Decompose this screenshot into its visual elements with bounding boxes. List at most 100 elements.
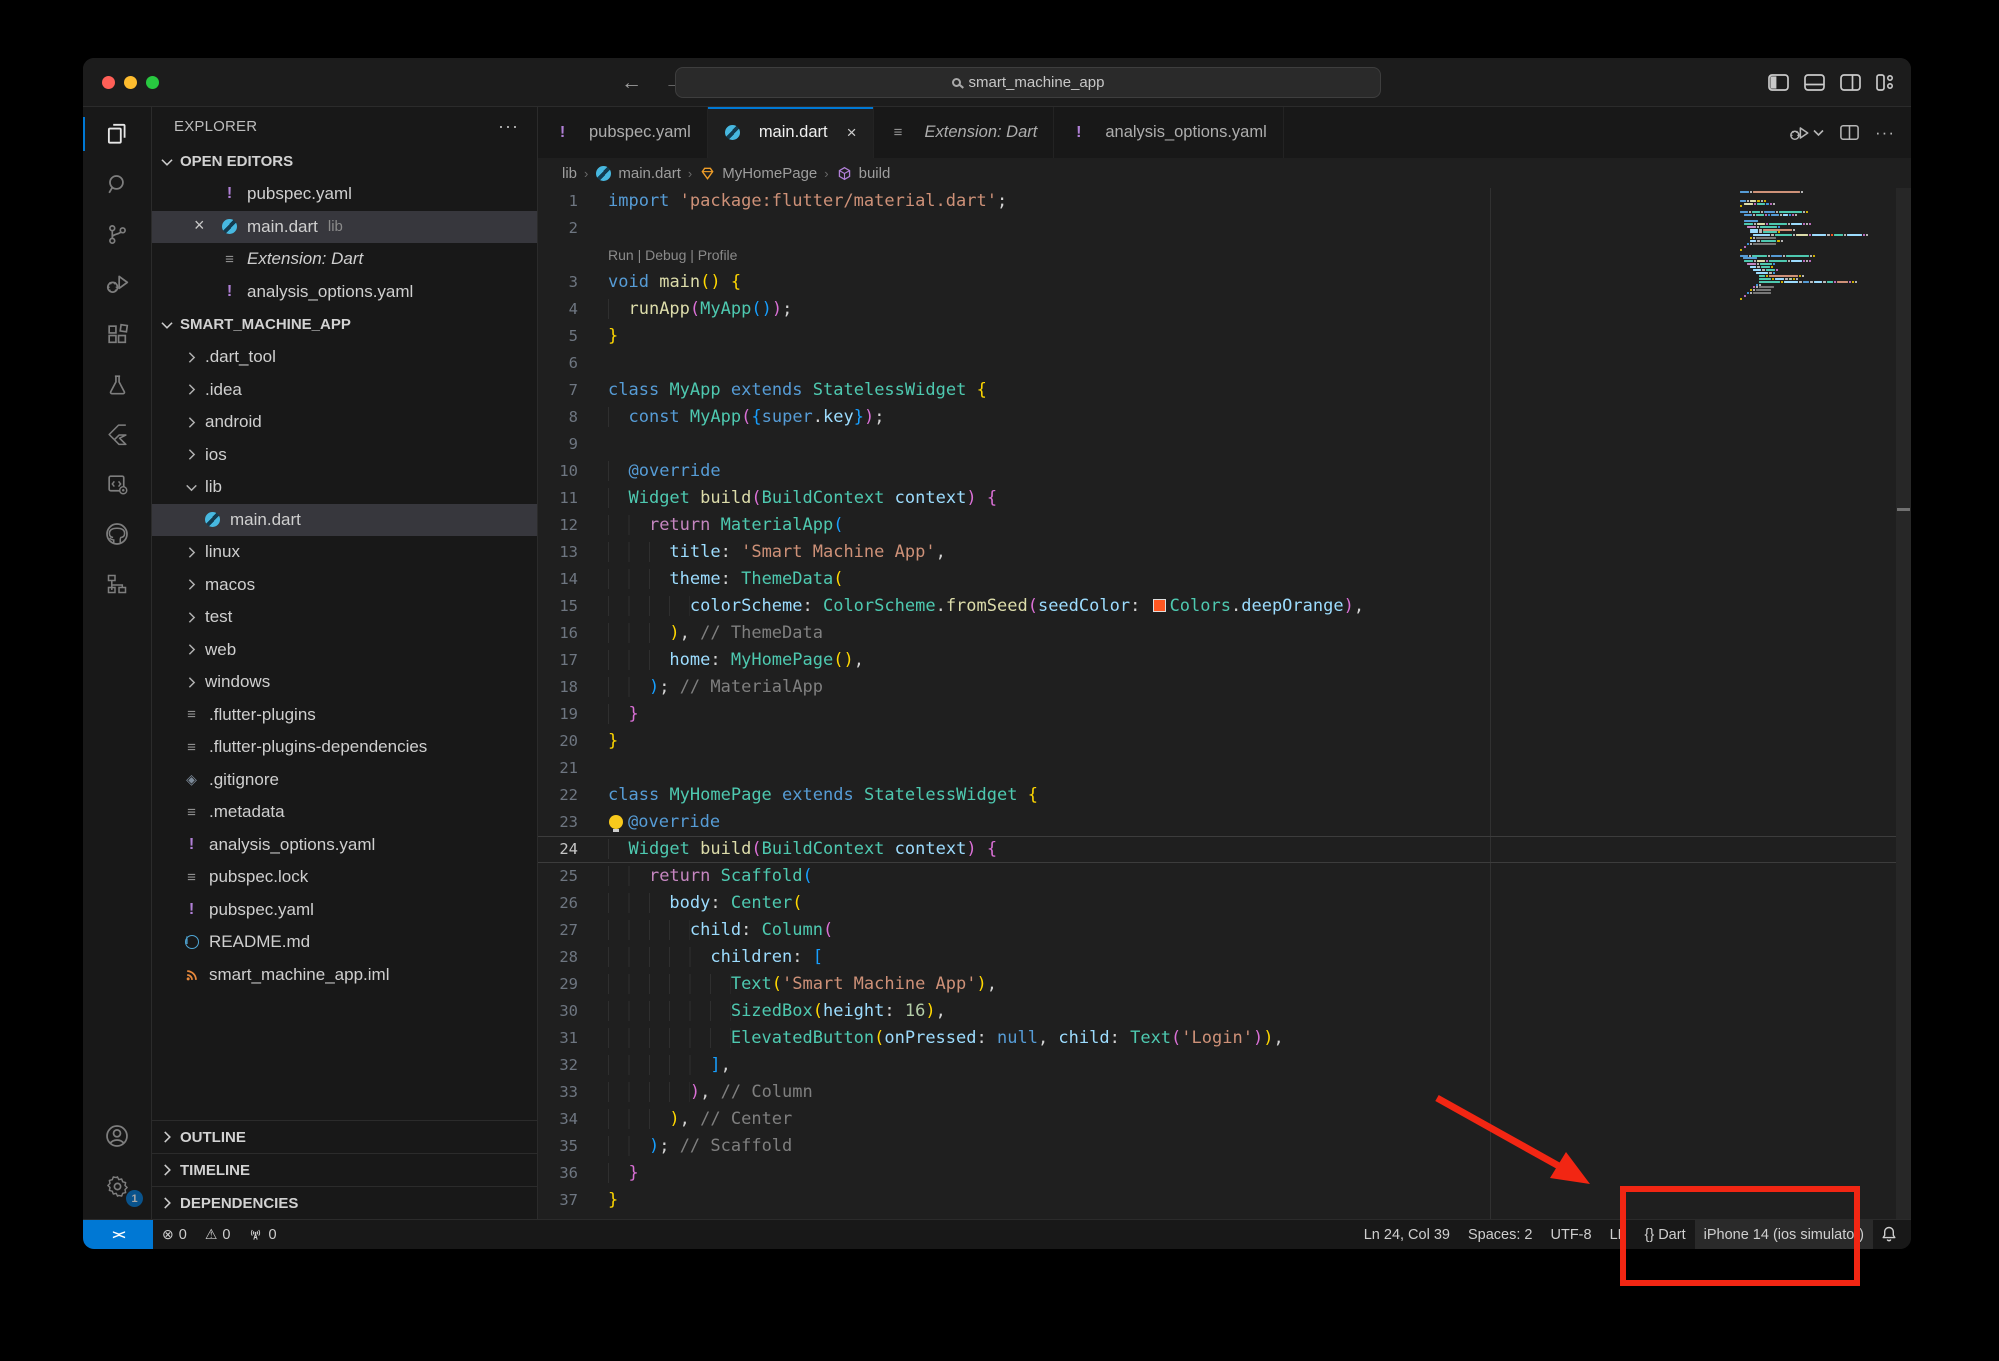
status-item[interactable]: UTF-8 xyxy=(1541,1220,1600,1249)
section-dependencies[interactable]: DEPENDENCIES xyxy=(152,1186,537,1219)
activity-bar-flutter[interactable] xyxy=(83,409,151,459)
tree-item-pubspec-lock[interactable]: ≡pubspec.lock xyxy=(152,861,537,894)
codelens-run-debug-profile[interactable]: Run | Debug | Profile xyxy=(608,247,737,263)
line-content: ), // Center xyxy=(608,1106,1911,1133)
tree-item--dart-tool[interactable]: .dart_tool xyxy=(152,341,537,374)
tree-item-smart-machine-app-iml[interactable]: smart_machine_app.iml xyxy=(152,959,537,992)
tab-Extension-Dart[interactable]: ≡Extension: Dart xyxy=(874,107,1055,158)
breadcrumb-item-build[interactable]: build xyxy=(836,165,891,182)
status-warning-count[interactable]: ⚠0 xyxy=(196,1220,240,1249)
status-error-count[interactable]: ⊗0 xyxy=(153,1220,196,1249)
tree-item--flutter-plugins-dependencies[interactable]: ≡.flutter-plugins-dependencies xyxy=(152,731,537,764)
sidebar-bottom-sections: OUTLINETIMELINEDEPENDENCIES xyxy=(152,1120,537,1219)
activity-bar-settings[interactable]: 1 xyxy=(83,1161,151,1211)
activity-bar-testing[interactable] xyxy=(83,359,151,409)
lightbulb-icon[interactable] xyxy=(609,815,623,829)
toggle-sidebar-icon[interactable] xyxy=(1768,74,1789,91)
run-or-debug-button[interactable] xyxy=(1788,122,1824,144)
customize-layout-icon[interactable] xyxy=(1876,74,1895,91)
tab-pubspec-yaml[interactable]: !pubspec.yaml xyxy=(538,107,708,158)
tree-item-lib[interactable]: lib xyxy=(152,471,537,504)
open-editors-header[interactable]: OPEN EDITORS xyxy=(152,145,537,178)
open-editor-item[interactable]: !analysis_options.yaml xyxy=(152,276,537,309)
notifications-bell-icon[interactable] xyxy=(1873,1220,1911,1249)
code-editor[interactable]: 1import 'package:flutter/material.dart';… xyxy=(538,188,1911,1219)
split-editor-icon[interactable] xyxy=(1840,124,1859,141)
command-center-search[interactable]: smart_machine_app xyxy=(675,67,1381,98)
close-window-button[interactable] xyxy=(102,76,115,89)
scrollbar[interactable] xyxy=(1896,188,1911,1219)
tree-item-label: .gitignore xyxy=(209,770,279,790)
code-line: 36 } xyxy=(538,1160,1911,1187)
close-editor-icon[interactable]: × xyxy=(194,215,205,236)
breadcrumb-item-MyHomePage[interactable]: MyHomePage xyxy=(699,165,817,182)
code-line: 20} xyxy=(538,728,1911,755)
tree-item-main-dart[interactable]: main.dart xyxy=(152,504,537,537)
tree-item-label: linux xyxy=(205,542,240,562)
line-content: colorScheme: ColorScheme.fromSeed(seedCo… xyxy=(608,593,1911,620)
tree-item--gitignore[interactable]: ◈.gitignore xyxy=(152,764,537,797)
tree-item-pubspec-yaml[interactable]: !pubspec.yaml xyxy=(152,894,537,927)
open-editor-item[interactable]: ×main.dartlib xyxy=(152,211,537,244)
line-number: 12 xyxy=(538,512,608,539)
code-line: 34 ), // Center xyxy=(538,1106,1911,1133)
line-number: 17 xyxy=(538,647,608,674)
breadcrumb-item-lib[interactable]: lib xyxy=(562,165,577,182)
activity-bar-search[interactable] xyxy=(83,159,151,209)
tree-item--idea[interactable]: .idea xyxy=(152,374,537,407)
status-item[interactable]: Ln 24, Col 39 xyxy=(1355,1220,1459,1249)
project-root-header[interactable]: SMART_MACHINE_APP xyxy=(152,308,537,341)
activity-bar-source-control[interactable] xyxy=(83,209,151,259)
minimize-window-button[interactable] xyxy=(124,76,137,89)
line-content: import 'package:flutter/material.dart'; xyxy=(608,188,1911,215)
line-content: home: MyHomePage(), xyxy=(608,647,1911,674)
line-content xyxy=(608,215,1911,242)
tree-item-README-md[interactable]: iREADME.md xyxy=(152,926,537,959)
tree-item-ios[interactable]: ios xyxy=(152,439,537,472)
tab-main-dart[interactable]: main.dart× xyxy=(708,107,874,158)
text-file-icon: ≡ xyxy=(183,706,200,723)
tree-item--metadata[interactable]: ≡.metadata xyxy=(152,796,537,829)
code-line: 29 Text('Smart Machine App'), xyxy=(538,971,1911,998)
back-arrow-icon[interactable]: ← xyxy=(621,71,642,95)
tree-item-label: .idea xyxy=(205,380,242,400)
tree-item-linux[interactable]: linux xyxy=(152,536,537,569)
tab-analysis-options-yaml[interactable]: !analysis_options.yaml xyxy=(1054,107,1283,158)
status-item[interactable]: Spaces: 2 xyxy=(1459,1220,1542,1249)
activity-bar-code-runner[interactable] xyxy=(83,459,151,509)
maximize-window-button[interactable] xyxy=(146,76,159,89)
activity-bar-explorer[interactable] xyxy=(83,109,151,159)
section-outline[interactable]: OUTLINE xyxy=(152,1120,537,1153)
tab-label: pubspec.yaml xyxy=(589,123,691,142)
activity-bar-run-debug[interactable] xyxy=(83,259,151,309)
tree-item-macos[interactable]: macos xyxy=(152,569,537,602)
breadcrumb-item-main.dart[interactable]: main.dart xyxy=(595,165,681,182)
tree-item--flutter-plugins[interactable]: ≡.flutter-plugins xyxy=(152,699,537,732)
minimap[interactable] xyxy=(1734,191,1896,304)
tree-item-analysis-options-yaml[interactable]: !analysis_options.yaml xyxy=(152,829,537,862)
line-content: return MaterialApp( xyxy=(608,512,1911,539)
open-editors-section: OPEN EDITORS!pubspec.yaml×main.dartlib≡E… xyxy=(152,145,537,308)
tree-item-web[interactable]: web xyxy=(152,634,537,667)
tree-item-android[interactable]: android xyxy=(152,406,537,439)
activity-bar-hierarchy[interactable] xyxy=(83,559,151,609)
explorer-more-actions-icon[interactable]: ··· xyxy=(498,116,519,137)
activity-bar-account[interactable] xyxy=(83,1111,151,1161)
close-tab-icon[interactable]: × xyxy=(847,123,857,143)
tree-item-test[interactable]: test xyxy=(152,601,537,634)
status-count: 0 xyxy=(179,1227,187,1243)
remote-indicator[interactable]: >< xyxy=(83,1220,153,1249)
code-line: 2 xyxy=(538,215,1911,242)
editor-more-actions-icon[interactable]: ··· xyxy=(1875,123,1895,143)
activity-bar-extensions[interactable] xyxy=(83,309,151,359)
tree-item-windows[interactable]: windows xyxy=(152,666,537,699)
project-tree-section: SMART_MACHINE_APP.dart_tool.ideaandroidi… xyxy=(152,308,537,991)
status-tower-count[interactable]: 0 xyxy=(239,1220,285,1249)
toggle-secondary-sidebar-icon[interactable] xyxy=(1840,74,1861,91)
toggle-panel-icon[interactable] xyxy=(1804,74,1825,91)
activity-bar-github[interactable] xyxy=(83,509,151,559)
open-editor-item[interactable]: ≡Extension: Dart xyxy=(152,243,537,276)
open-editor-item[interactable]: !pubspec.yaml xyxy=(152,178,537,211)
codelens-row[interactable]: Run | Debug | Profile xyxy=(538,242,1911,269)
section-timeline[interactable]: TIMELINE xyxy=(152,1153,537,1186)
